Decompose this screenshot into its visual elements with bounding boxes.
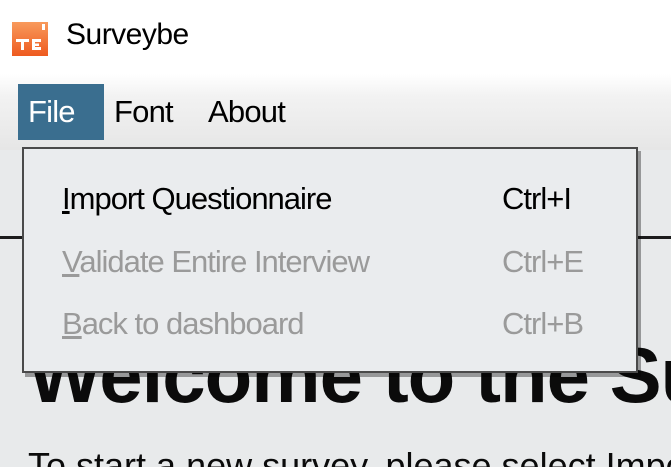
menu-item-label: Validate Entire Interview <box>62 244 370 279</box>
surveybe-app-icon <box>12 22 48 56</box>
window-title: Surveybe <box>66 18 189 51</box>
app-window: Surveybe File Font About Welcome to the … <box>0 0 671 467</box>
menu-about[interactable]: About <box>208 84 286 140</box>
menu-font[interactable]: Font <box>114 84 174 140</box>
menu-item-label: Import Questionnaire <box>62 181 332 216</box>
menu-item-shortcut: Ctrl+E <box>502 244 584 279</box>
menu-item-label: Back to dashboard <box>62 306 305 341</box>
menu-item-import-questionnaire[interactable]: Import Questionnaire Ctrl+I <box>24 167 636 231</box>
menu-file[interactable]: File <box>18 84 104 140</box>
title-bar: Surveybe <box>0 0 671 74</box>
menu-item-shortcut: Ctrl+B <box>502 306 584 341</box>
welcome-body-text: To start a new survey, please select Imp… <box>28 445 671 467</box>
menu-item-back-to-dashboard[interactable]: Back to dashboard Ctrl+B <box>24 292 636 356</box>
menu-item-shortcut: Ctrl+I <box>502 181 572 216</box>
file-menu-dropdown: Import Questionnaire Ctrl+I Validate Ent… <box>22 147 638 373</box>
menu-item-validate-interview[interactable]: Validate Entire Interview Ctrl+E <box>24 230 636 294</box>
